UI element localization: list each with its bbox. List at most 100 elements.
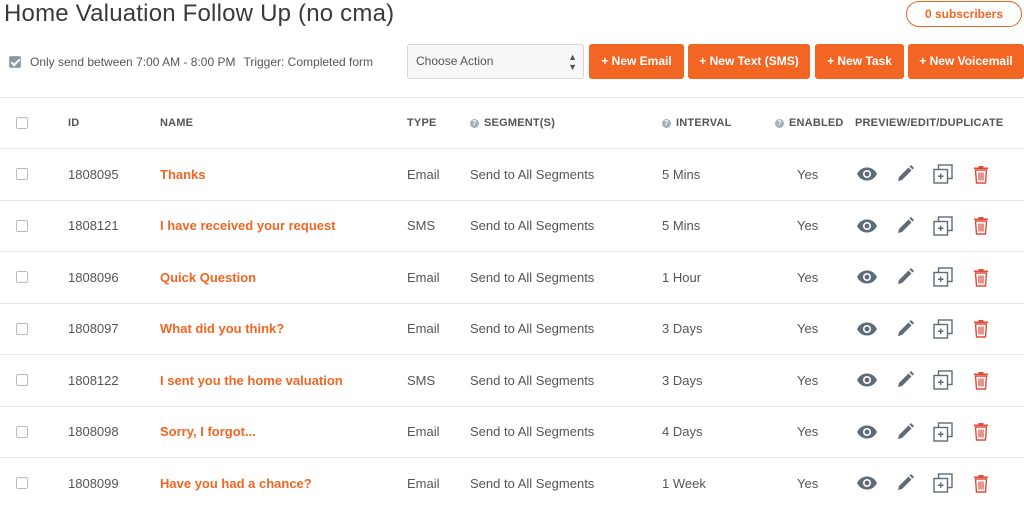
help-icon[interactable]: ? <box>470 118 479 128</box>
select-all-checkbox[interactable] <box>16 117 28 129</box>
header-type[interactable]: TYPE <box>407 98 437 148</box>
select-arrows-icon: ▲ ▼ <box>568 51 577 72</box>
header-name[interactable]: NAME <box>160 98 193 148</box>
row-interval: 5 Mins <box>662 218 701 234</box>
duplicate-icon[interactable] <box>931 214 955 238</box>
row-checkbox-cell <box>16 201 28 252</box>
trash-icon[interactable] <box>969 317 993 341</box>
row-name-cell: Have you had a chance? <box>160 458 312 506</box>
trash-icon[interactable] <box>969 265 993 289</box>
row-type: Email <box>407 321 440 337</box>
pencil-icon[interactable] <box>893 420 917 444</box>
row-segment: Send to All Segments <box>470 424 595 440</box>
duplicate-icon[interactable] <box>931 162 955 186</box>
eye-icon[interactable] <box>855 214 879 238</box>
header-id[interactable]: ID <box>68 98 79 148</box>
table-row: 1808095 Thanks Email Send to All Segment… <box>0 149 1024 201</box>
duplicate-icon[interactable] <box>931 265 955 289</box>
help-icon[interactable]: ? <box>775 118 784 128</box>
row-checkbox[interactable] <box>16 322 28 335</box>
row-name-link[interactable]: I have received your request <box>160 218 336 233</box>
row-checkbox[interactable] <box>16 168 28 181</box>
row-checkbox[interactable] <box>16 425 28 438</box>
row-segment: Send to All Segments <box>470 475 595 491</box>
row-checkbox-cell <box>16 252 28 303</box>
row-id: 1808121 <box>68 218 119 234</box>
row-segment: Send to All Segments <box>470 321 595 337</box>
eye-icon[interactable] <box>855 317 879 341</box>
header-enabled: ? ENABLED <box>775 98 844 148</box>
duplicate-icon[interactable] <box>931 317 955 341</box>
row-checkbox[interactable] <box>16 271 28 284</box>
row-type: SMS <box>407 372 436 388</box>
eye-icon[interactable] <box>855 420 879 444</box>
row-actions <box>855 458 993 506</box>
header-interval-label: INTERVAL <box>676 117 732 129</box>
duplicate-icon[interactable] <box>931 471 955 495</box>
duplicate-icon[interactable] <box>931 420 955 444</box>
row-name-cell: I sent you the home valuation <box>160 355 343 406</box>
choose-action-select[interactable]: Choose Action ▲ ▼ <box>407 44 584 79</box>
pencil-icon[interactable] <box>893 162 917 186</box>
row-checkbox[interactable] <box>16 477 28 490</box>
pencil-icon[interactable] <box>893 265 917 289</box>
trash-icon[interactable] <box>969 368 993 392</box>
eye-icon[interactable] <box>855 162 879 186</box>
row-type: Email <box>407 166 440 182</box>
new-email-button[interactable]: + New Email <box>589 44 684 79</box>
row-checkbox[interactable] <box>16 219 28 232</box>
header-interval: ? INTERVAL <box>662 98 732 148</box>
row-name-cell: Quick Question <box>160 252 256 303</box>
row-enabled[interactable]: Yes <box>797 201 818 252</box>
duplicate-icon[interactable] <box>931 368 955 392</box>
new-voicemail-button[interactable]: + New Voicemail <box>908 44 1024 79</box>
trash-icon[interactable] <box>969 214 993 238</box>
row-interval: 4 Days <box>662 424 703 440</box>
row-actions <box>855 252 993 303</box>
row-name-link[interactable]: Have you had a chance? <box>160 476 312 491</box>
row-name-cell: I have received your request <box>160 201 336 252</box>
row-segment: Send to All Segments <box>470 269 595 285</box>
row-enabled[interactable]: Yes <box>797 355 818 406</box>
row-name-link[interactable]: Thanks <box>160 167 206 182</box>
trash-icon[interactable] <box>969 471 993 495</box>
subscribers-button[interactable]: 0 subscribers <box>906 1 1022 27</box>
row-enabled[interactable]: Yes <box>797 407 818 458</box>
row-name-cell: Sorry, I forgot... <box>160 407 256 458</box>
pencil-icon[interactable] <box>893 471 917 495</box>
table-row: 1808097 What did you think? Email Send t… <box>0 304 1024 355</box>
row-enabled[interactable]: Yes <box>797 458 818 506</box>
row-id: 1808099 <box>68 475 119 491</box>
row-name-link[interactable]: Quick Question <box>160 270 256 285</box>
pencil-icon[interactable] <box>893 214 917 238</box>
table-header: ID NAME TYPE ? SEGMENT(S) ? INTERVAL ? ENAB… <box>0 98 1024 149</box>
table-row: 1808122 I sent you the home valuation SM… <box>0 355 1024 407</box>
row-checkbox-cell <box>16 458 28 506</box>
row-name-cell: What did you think? <box>160 304 284 355</box>
send-window-label: Only send between 7:00 AM - 8:00 PM <box>30 55 236 69</box>
pencil-icon[interactable] <box>893 368 917 392</box>
header-actions: PREVIEW/EDIT/DUPLICATE <box>855 117 1004 129</box>
row-name-link[interactable]: Sorry, I forgot... <box>160 424 256 439</box>
row-enabled[interactable]: Yes <box>797 252 818 303</box>
new-task-button[interactable]: + New Task <box>815 44 904 79</box>
send-window-setting: Only send between 7:00 AM - 8:00 PM Trig… <box>9 55 373 69</box>
eye-icon[interactable] <box>855 265 879 289</box>
row-actions <box>855 149 993 200</box>
eye-icon[interactable] <box>855 471 879 495</box>
row-name-link[interactable]: I sent you the home valuation <box>160 373 343 388</box>
trash-icon[interactable] <box>969 420 993 444</box>
row-name-link[interactable]: What did you think? <box>160 321 284 336</box>
trash-icon[interactable] <box>969 162 993 186</box>
eye-icon[interactable] <box>855 368 879 392</box>
help-icon[interactable]: ? <box>662 118 671 128</box>
new-text-button[interactable]: + New Text (SMS) <box>688 44 810 79</box>
row-enabled[interactable]: Yes <box>797 304 818 355</box>
row-enabled[interactable]: Yes <box>797 149 818 200</box>
row-segment: Send to All Segments <box>470 218 595 234</box>
send-window-checkbox[interactable] <box>9 56 21 68</box>
row-name-cell: Thanks <box>160 149 206 200</box>
pencil-icon[interactable] <box>893 317 917 341</box>
row-checkbox[interactable] <box>16 374 28 387</box>
table-body: 1808095 Thanks Email Send to All Segment… <box>0 149 1024 506</box>
